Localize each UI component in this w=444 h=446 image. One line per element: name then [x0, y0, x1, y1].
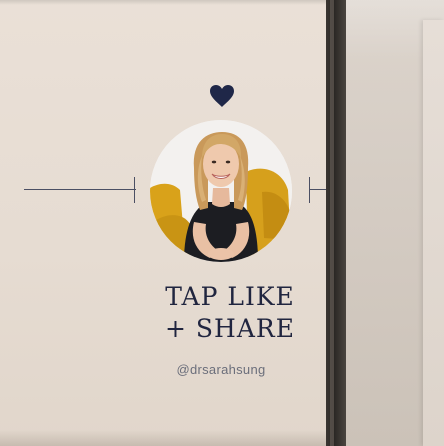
phone-edge-divider	[326, 0, 346, 446]
card-top-edge	[0, 0, 328, 5]
card-bottom-shadow	[0, 430, 328, 446]
post-mockup: TAP LIKE + SHARE @drsarahsung	[0, 0, 444, 446]
headline-line-1: TAP LIKE	[165, 282, 295, 311]
right-connector-cap	[309, 177, 310, 203]
post-headline: TAP LIKE + SHARE	[150, 282, 310, 346]
left-connector-cap	[134, 177, 135, 203]
next-post-card-panel	[423, 20, 444, 446]
account-handle[interactable]: @drsarahsung	[150, 362, 292, 377]
profile-photo	[150, 120, 292, 262]
heart-icon[interactable]	[209, 84, 235, 108]
left-connector-line	[24, 189, 136, 190]
headline-line-2: + SHARE	[165, 314, 295, 343]
divider-highlight	[330, 0, 334, 446]
